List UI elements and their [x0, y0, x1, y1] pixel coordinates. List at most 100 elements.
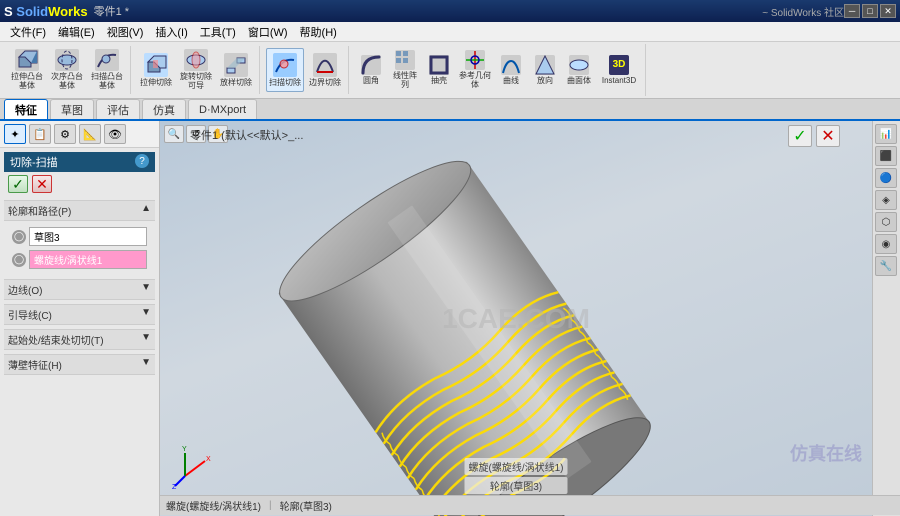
btn-shell[interactable]: 抽壳 [423, 48, 455, 92]
tab-dmxport[interactable]: D·MXport [188, 99, 257, 119]
profile-sketch-box[interactable]: 草图3 [29, 227, 147, 246]
panel-btn-displaypane[interactable]: 👁 [104, 124, 126, 144]
tab-features[interactable]: 特征 [4, 99, 48, 119]
btn-direction[interactable]: 放向 [529, 48, 561, 92]
btn-sweep-cut[interactable]: 扫描切除 [266, 48, 304, 92]
cancel-button[interactable]: ✕ [32, 175, 52, 193]
guide-section-label[interactable]: 引导线(C) ▼ [4, 304, 155, 325]
cut-sweep-panel: 切除-扫描 ? ✓ ✕ 轮廓和路径(P) ▲ ◯ 草图3 ◯ 螺旋线 [0, 148, 159, 516]
btn-revolve-boss[interactable]: 次序凸台基体 [48, 48, 86, 92]
btn-loft-cut[interactable]: 放样切除 [217, 48, 255, 92]
axis-indicator: X Y Z [170, 441, 220, 491]
btn-instant3d[interactable]: 3D Instant3D [597, 48, 641, 92]
profile-sketch-icon: ◯ [12, 230, 26, 244]
menu-view[interactable]: 视图(V) [101, 22, 150, 41]
btn-extrude-boss[interactable]: 拉伸凸台基体 [8, 48, 46, 92]
profile-section-label[interactable]: 轮廓和路径(P) ▲ [4, 200, 155, 221]
menu-help[interactable]: 帮助(H) [294, 22, 343, 41]
minimize-button[interactable]: ─ [844, 4, 860, 18]
svg-text:Z: Z [172, 484, 177, 491]
btn-sweep-boss[interactable]: 扫描凸台基体 [88, 48, 126, 92]
btn-curves[interactable]: 曲线 [495, 48, 527, 92]
thin-section-label[interactable]: 薄壁特征(H) ▼ [4, 354, 155, 375]
btn-direction-label: 放向 [537, 77, 553, 86]
btn-boundary-cut-label: 边界切除 [309, 79, 341, 88]
btn-fillet[interactable]: 圆角 [355, 48, 387, 92]
tab-sketch[interactable]: 草图 [50, 99, 94, 119]
toolbar-group-boss: 拉伸凸台基体 次序凸台基体 扫描凸台基体 [4, 46, 131, 94]
profile-helix-box[interactable]: 螺旋线/涡状线1 [29, 250, 147, 269]
rt-btn-4[interactable]: ◈ [875, 190, 897, 210]
btn-extrude-cut[interactable]: 拉伸切除 [137, 48, 175, 92]
menu-file[interactable]: 文件(F) [4, 22, 52, 41]
extrude-cut-icon [144, 53, 168, 77]
tab-simulation[interactable]: 仿真 [142, 99, 186, 119]
btn-ref-geometry-label: 参考几何体 [458, 72, 492, 90]
menu-insert[interactable]: 插入(I) [149, 22, 193, 41]
main-area: ✦ 📋 ⚙ 📐 👁 切除-扫描 ? ✓ ✕ 轮廓和路径(P) ▲ [0, 121, 900, 516]
left-panel: ✦ 📋 ⚙ 📐 👁 切除-扫描 ? ✓ ✕ 轮廓和路径(P) ▲ [0, 121, 160, 516]
btn-extrude-boss-label: 拉伸凸台基体 [11, 73, 43, 91]
vp-zoom-btn[interactable]: 🔍 [164, 125, 184, 143]
panel-ok-cancel: ✓ ✕ [4, 172, 155, 196]
linear-pattern-icon [395, 50, 415, 70]
panel-title-text: 切除-扫描 [10, 154, 58, 170]
btn-fillet-label: 圆角 [363, 77, 379, 86]
tab-evaluate[interactable]: 评估 [96, 99, 140, 119]
title-bar: S SolidWorks 零件1 * ~ SolidWorks 社区 ─ □ ✕ [0, 0, 900, 22]
panel-btn-features[interactable]: ✦ [4, 124, 26, 144]
rt-btn-3[interactable]: 🔵 [875, 168, 897, 188]
toolbar-group-sweep-cut: 扫描切除 边界切除 [262, 46, 349, 94]
ok-button[interactable]: ✓ [8, 175, 28, 193]
viewport-accept-button[interactable]: ✓ [788, 125, 812, 147]
instant3d-icon: 3D [609, 55, 629, 75]
curves-icon [501, 55, 521, 75]
btn-shell-label: 抽壳 [431, 77, 447, 86]
close-button[interactable]: ✕ [880, 4, 896, 18]
toolbar-row1: 拉伸凸台基体 次序凸台基体 扫描凸台基体 拉伸切除 [4, 44, 896, 96]
btn-sweep-cut-label: 扫描切除 [269, 79, 301, 88]
panel-toolbar: ✦ 📋 ⚙ 📐 👁 [0, 121, 159, 148]
status-label2: 轮廓(草图3) [465, 477, 568, 494]
menu-bar: 文件(F) 编辑(E) 视图(V) 插入(I) 工具(T) 窗口(W) 帮助(H… [0, 22, 900, 42]
panel-btn-dimxpert[interactable]: 📐 [79, 124, 101, 144]
menu-window[interactable]: 窗口(W) [242, 22, 294, 41]
panel-btn-configmanager[interactable]: ⚙ [54, 124, 76, 144]
viewport-cancel-button[interactable]: ✕ [816, 125, 840, 147]
btn-revolve-cut-label: 旋转切除可导 [180, 73, 212, 91]
menu-edit[interactable]: 编辑(E) [52, 22, 101, 41]
shell-icon [429, 55, 449, 75]
window-title: 零件1 * [94, 3, 469, 19]
rt-btn-1[interactable]: 📊 [875, 124, 897, 144]
sweep-boss-icon [95, 49, 119, 71]
rt-btn-6[interactable]: ◉ [875, 234, 897, 254]
panel-help-icon[interactable]: ? [135, 154, 149, 168]
profile-item-helix: ◯ 螺旋线/涡状线1 [8, 248, 151, 271]
edge-section-label[interactable]: 边线(O) ▼ [4, 279, 155, 300]
maximize-button[interactable]: □ [862, 4, 878, 18]
status-text2: 轮廓(草图3) [280, 498, 332, 513]
btn-ref-geometry[interactable]: 参考几何体 [457, 48, 493, 92]
rt-btn-5[interactable]: ⬡ [875, 212, 897, 232]
boundary-cut-icon [313, 53, 337, 77]
window-controls: ─ □ ✕ [844, 4, 896, 18]
startend-section-label[interactable]: 起始处/结束处切切(T) ▼ [4, 329, 155, 350]
btn-boundary-cut[interactable]: 边界切除 [306, 48, 344, 92]
viewport: 🔍 ↺ ✋ 零件1 (默认<<默认>_... ✓ ✕ [160, 121, 872, 516]
3d-model-svg [210, 141, 710, 516]
revolve-cut-icon [184, 49, 208, 71]
btn-revolve-boss-label: 次序凸台基体 [51, 73, 83, 91]
btn-revolve-cut[interactable]: 旋转切除可导 [177, 48, 215, 92]
rt-btn-2[interactable]: ⬛ [875, 146, 897, 166]
toolbar-group-cut: 拉伸切除 旋转切除可导 放样切除 [133, 46, 260, 94]
viewport-controls: ✓ ✕ [788, 125, 840, 147]
btn-surface[interactable]: 曲面体 [563, 48, 595, 92]
watermark-fangzhen: 仿真在线 [790, 440, 862, 466]
tab-row: 特征 草图 评估 仿真 D·MXport [0, 99, 900, 121]
panel-btn-propertymanager[interactable]: 📋 [29, 124, 51, 144]
rt-btn-7[interactable]: 🔧 [875, 256, 897, 276]
svg-text:X: X [206, 456, 211, 463]
btn-linear-pattern[interactable]: 线性阵列 [389, 48, 421, 92]
menu-tools[interactable]: 工具(T) [194, 22, 242, 41]
profile-helix-icon: ◯ [12, 253, 26, 267]
